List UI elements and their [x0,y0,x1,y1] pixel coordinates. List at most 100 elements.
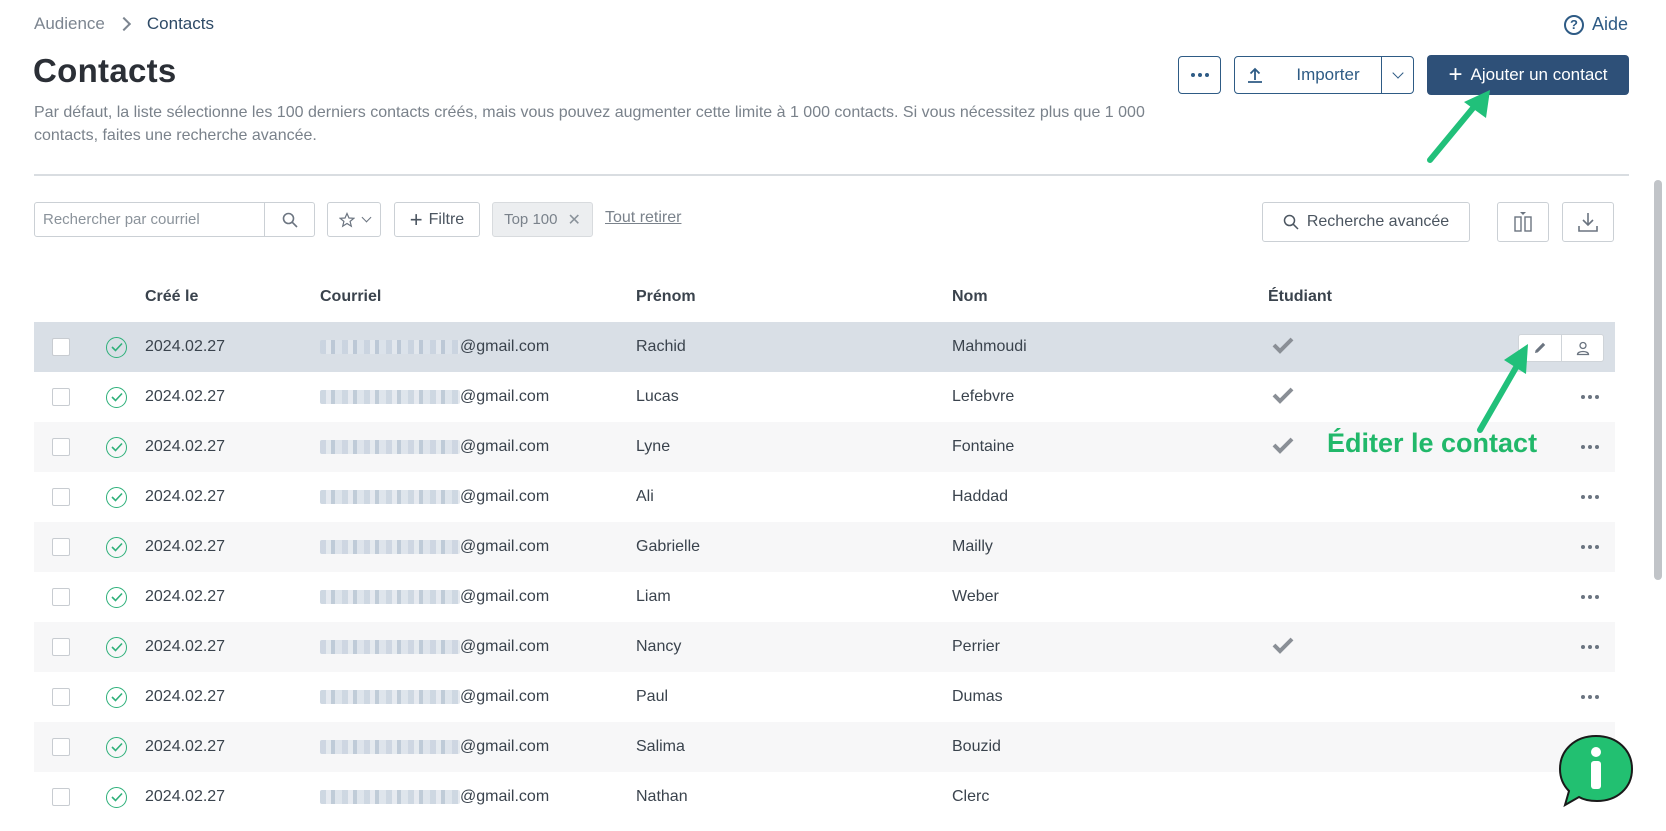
chip-label: Top 100 [504,211,558,228]
cell-firstname: Gabrielle [636,538,701,555]
table-row[interactable]: 2024.02.27 @gmail.com Ali Haddad [34,472,1615,522]
contacts-table: Créé le Courriel Prénom Nom Étudiant 202… [34,272,1615,822]
cell-lastname: Clerc [952,788,990,805]
advanced-search-button[interactable]: Recherche avancée [1262,202,1470,242]
favorites-dropdown[interactable] [327,202,381,237]
table-row[interactable]: 2024.02.27 @gmail.com Gabrielle Mailly [34,522,1615,572]
table-row[interactable]: 2024.02.27 @gmail.com Lucas Lefebvre [34,372,1615,422]
row-checkbox[interactable] [52,438,70,456]
cell-email: @gmail.com [320,538,636,556]
upload-icon[interactable] [1235,66,1275,84]
table-row[interactable]: 2024.02.27 @gmail.com Salima Bouzid [34,722,1615,772]
redacted-email [320,740,460,754]
search-input[interactable] [35,203,264,236]
cell-firstname: Nancy [636,638,682,655]
more-icon [1581,545,1585,549]
search-button[interactable] [264,203,314,236]
header-student[interactable]: Étudiant [1268,288,1468,306]
row-more-button[interactable] [1581,695,1599,699]
row-checkbox[interactable] [52,338,70,356]
cell-lastname: Mahmoudi [952,338,1027,355]
check-circle-icon [106,486,127,508]
cell-email: @gmail.com [320,688,636,706]
advanced-search-label: Recherche avancée [1306,213,1450,230]
user-icon[interactable] [1561,335,1603,361]
cell-firstname: Lyne [636,438,671,455]
cell-lastname: Dumas [952,688,1003,705]
table-body: 2024.02.27 @gmail.com Rachid Mahmoudi 20… [34,322,1615,822]
close-icon[interactable]: ✕ [567,210,580,230]
import-button[interactable]: Importer [1275,65,1381,85]
row-more-button[interactable] [1581,595,1599,599]
cell-email: @gmail.com [320,638,636,656]
cell-created: 2024.02.27 [145,438,226,455]
cell-created: 2024.02.27 [145,388,226,405]
help-icon: ? [1563,14,1584,35]
cell-student [1268,336,1468,359]
header-firstname[interactable]: Prénom [636,288,952,306]
cell-firstname: Lucas [636,388,679,405]
row-checkbox[interactable] [52,638,70,656]
row-checkbox[interactable] [52,588,70,606]
import-dropdown-button[interactable] [1381,57,1413,93]
more-icon [1581,445,1585,449]
row-checkbox[interactable] [52,788,70,806]
check-circle-icon [106,336,127,358]
redacted-email [320,640,460,654]
header-email[interactable]: Courriel [320,288,636,306]
scrollbar[interactable] [1654,180,1662,580]
more-icon [1581,645,1585,649]
header-lastname[interactable]: Nom [952,288,1268,306]
help-link[interactable]: ? Aide [1563,14,1628,35]
filter-button[interactable]: + Filtre [394,202,480,237]
row-checkbox[interactable] [52,688,70,706]
row-checkbox[interactable] [52,738,70,756]
check-circle-icon [106,386,127,408]
check-circle-icon [106,536,127,558]
redacted-email [320,440,460,454]
row-checkbox[interactable] [52,488,70,506]
redacted-email [320,540,460,554]
cell-created: 2024.02.27 [145,738,226,755]
row-more-button[interactable] [1581,645,1599,649]
cell-email: @gmail.com [320,788,636,806]
cell-created: 2024.02.27 [145,588,226,605]
chevron-down-icon [1391,67,1404,79]
row-more-button[interactable] [1581,395,1599,399]
filter-label: Filtre [428,210,465,228]
table-row[interactable]: 2024.02.27 @gmail.com Paul Dumas [34,672,1615,722]
table-row[interactable]: 2024.02.27 @gmail.com Nancy Perrier [34,622,1615,672]
annotation-arrow-edit [1477,344,1528,433]
cell-firstname: Rachid [636,338,686,355]
redacted-email [320,340,460,354]
cell-student [1268,636,1468,659]
row-more-button[interactable] [1581,545,1599,549]
table-row[interactable]: 2024.02.27 @gmail.com Rachid Mahmoudi [34,322,1615,372]
check-circle-icon [106,436,127,458]
cell-lastname: Mailly [952,538,993,555]
check-circle-icon [106,636,127,658]
row-checkbox[interactable] [52,538,70,556]
cell-firstname: Liam [636,588,671,605]
clear-all-link[interactable]: Tout retirer [605,209,681,227]
download-button[interactable] [1562,202,1614,242]
more-icon [1581,495,1585,499]
row-more-button[interactable] [1581,445,1599,449]
cell-firstname: Nathan [636,788,688,805]
check-circle-icon [106,686,127,708]
columns-button[interactable] [1497,202,1549,242]
cell-email: @gmail.com [320,388,636,406]
row-more-button[interactable] [1581,495,1599,499]
search-box [34,202,315,237]
cell-created: 2024.02.27 [145,538,226,555]
redacted-email [320,790,460,804]
header-divider [34,174,1629,176]
more-actions-button[interactable] [1178,56,1221,94]
table-row[interactable]: 2024.02.27 @gmail.com Liam Weber [34,572,1615,622]
breadcrumb-audience[interactable]: Audience [34,14,105,34]
table-row[interactable]: 2024.02.27 @gmail.com Nathan Clerc [34,772,1615,822]
row-checkbox[interactable] [52,388,70,406]
header-created[interactable]: Créé le [145,288,320,306]
cell-lastname: Weber [952,588,999,605]
info-icon[interactable] [1557,733,1635,809]
